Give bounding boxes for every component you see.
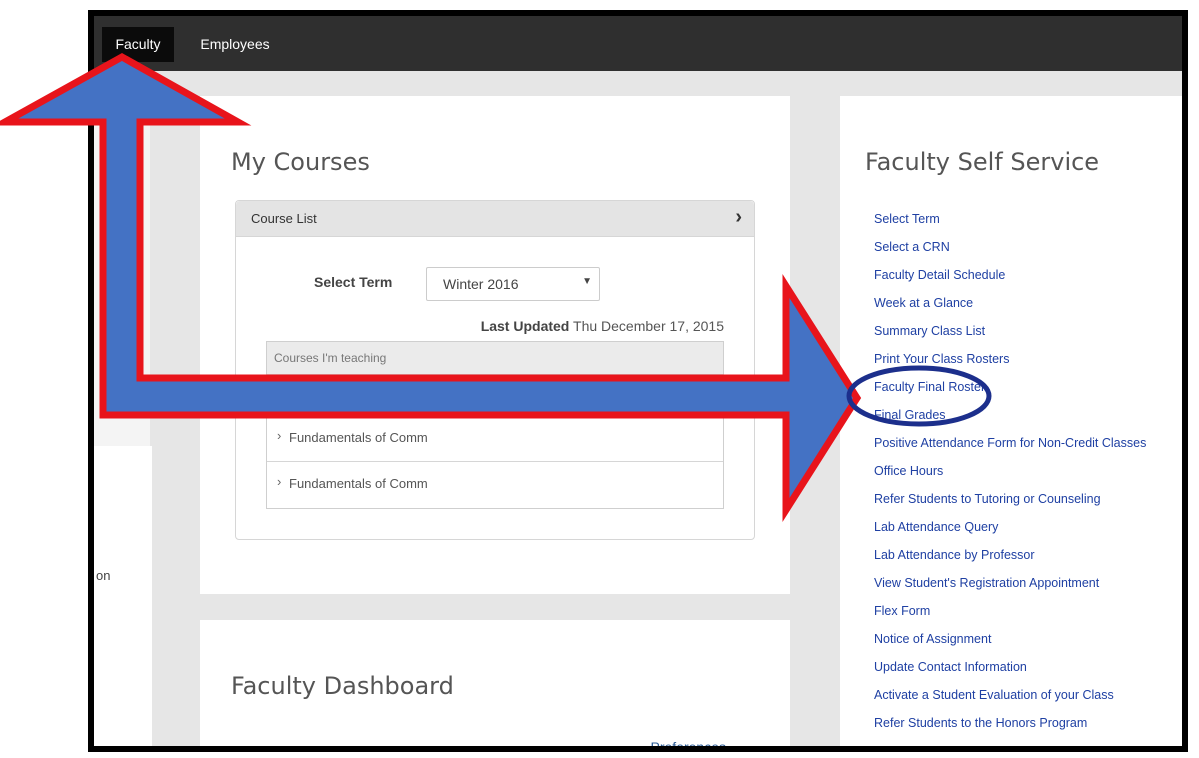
link-lab-attendance-by-professor[interactable]: Lab Attendance by Professor: [874, 546, 1146, 574]
link-notice-of-assignment[interactable]: Notice of Assignment: [874, 630, 1146, 658]
self-service-links: Select Term Select a CRN Faculty Detail …: [874, 210, 1146, 742]
link-refer-honors-program[interactable]: Refer Students to the Honors Program: [874, 714, 1146, 742]
courses-teaching-table: Courses I'm teaching › Fundamentals of C…: [266, 341, 724, 509]
link-student-registration-appointment[interactable]: View Student's Registration Appointment: [874, 574, 1146, 602]
link-faculty-detail-schedule[interactable]: Faculty Detail Schedule: [874, 266, 1146, 294]
term-select-value: Winter 2016: [443, 276, 519, 292]
last-updated-value: Thu December 17, 2015: [573, 318, 724, 334]
course-list-panel: Course List › Select Term Winter 2016 ▼ …: [235, 200, 755, 540]
my-courses-title: My Courses: [231, 148, 370, 176]
faculty-dashboard-card: Faculty Dashboard Preferences: [200, 620, 790, 746]
last-updated: Last Updated Thu December 17, 2015: [481, 318, 724, 334]
chevron-right-icon: ›: [277, 428, 282, 443]
link-final-grades[interactable]: Final Grades: [874, 406, 1146, 434]
courses-teaching-header: Courses I'm teaching: [267, 342, 723, 375]
preferences-link[interactable]: Preferences: [651, 739, 726, 746]
top-navigation-bar: Faculty Employees: [94, 16, 1182, 71]
link-positive-attendance-form[interactable]: Positive Attendance Form for Non-Credit …: [874, 434, 1146, 462]
link-flex-form[interactable]: Flex Form: [874, 602, 1146, 630]
link-select-crn[interactable]: Select a CRN: [874, 238, 1146, 266]
faculty-self-service-title: Faculty Self Service: [865, 148, 1100, 176]
link-print-class-rosters[interactable]: Print Your Class Rosters: [874, 350, 1146, 378]
left-panel: [94, 446, 152, 746]
course-list-label: Course List: [251, 211, 317, 226]
link-faculty-final-roster[interactable]: Faculty Final Roster: [874, 378, 1146, 406]
link-update-contact-information[interactable]: Update Contact Information: [874, 658, 1146, 686]
faculty-dashboard-title: Faculty Dashboard: [231, 672, 454, 700]
link-summary-class-list[interactable]: Summary Class List: [874, 322, 1146, 350]
course-list-header[interactable]: Course List ›: [236, 201, 754, 237]
courses-teaching-label: Courses I'm teaching: [274, 351, 387, 365]
course-name: Fundamentals of Comm: [289, 430, 428, 445]
select-term-label: Select Term: [314, 274, 393, 290]
tab-faculty[interactable]: Faculty: [102, 27, 174, 62]
link-week-at-a-glance[interactable]: Week at a Glance: [874, 294, 1146, 322]
caret-down-icon: ▼: [582, 276, 592, 287]
chevron-right-icon[interactable]: ›: [735, 206, 742, 229]
chevron-right-icon: ›: [277, 474, 282, 489]
last-updated-label: Last Updated: [480, 318, 570, 334]
link-office-hours[interactable]: Office Hours: [874, 462, 1146, 490]
faculty-self-service-card: Faculty Self Service Select Term Select …: [840, 96, 1182, 746]
link-refer-tutoring-counseling[interactable]: Refer Students to Tutoring or Counseling: [874, 490, 1146, 518]
my-courses-card: My Courses Course List › Select Term Win…: [200, 96, 790, 594]
link-activate-student-evaluation[interactable]: Activate a Student Evaluation of your Cl…: [874, 686, 1146, 714]
left-partial-text: on: [96, 568, 111, 583]
link-lab-attendance-query[interactable]: Lab Attendance Query: [874, 518, 1146, 546]
screenshot-frame: Faculty Employees on My Courses Course L…: [88, 10, 1188, 752]
term-select[interactable]: Winter 2016 ▼: [426, 267, 600, 301]
course-row[interactable]: › Fundamentals of Comm: [267, 461, 723, 508]
course-name: Fundamentals of Comm: [289, 476, 428, 491]
link-select-term[interactable]: Select Term: [874, 210, 1146, 238]
tab-employees[interactable]: Employees: [194, 27, 276, 62]
course-row[interactable]: › Fundamentals of Comm: [267, 415, 723, 462]
